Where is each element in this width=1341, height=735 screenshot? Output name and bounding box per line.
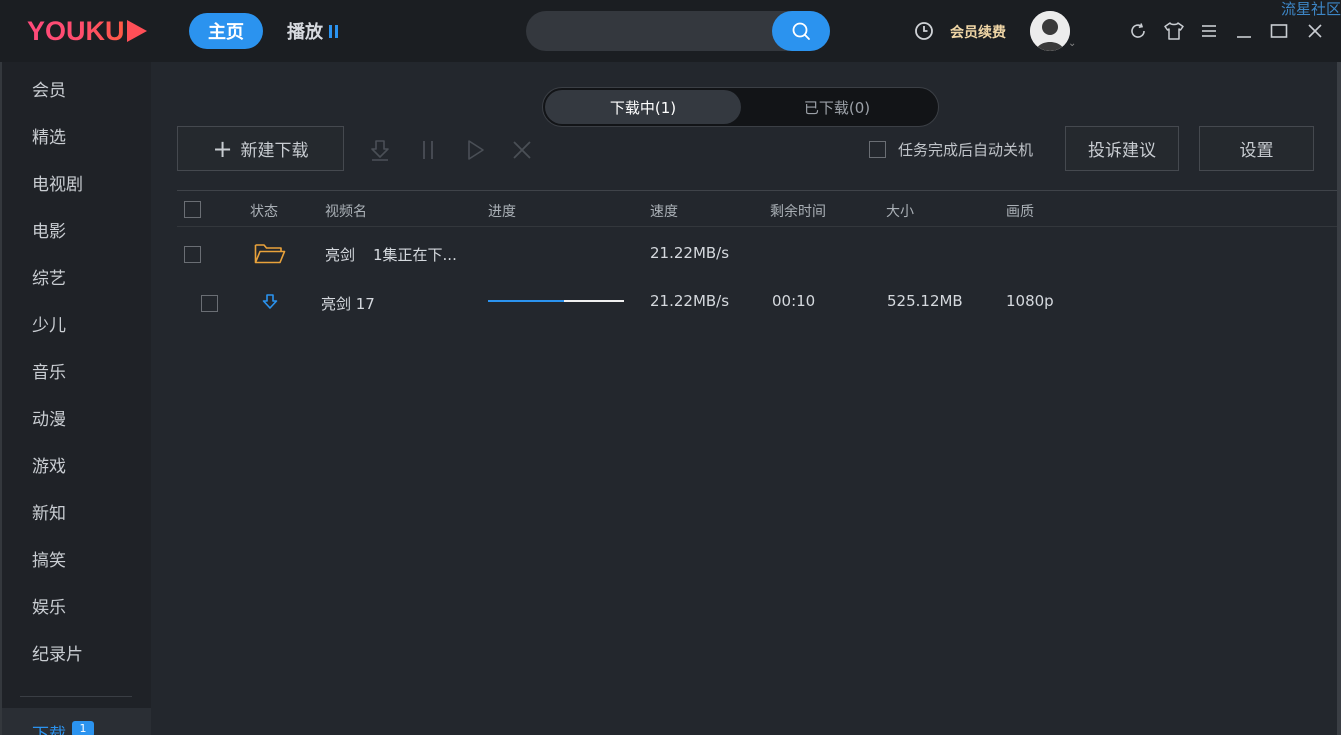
tab-downloaded[interactable]: 已下载(0) bbox=[739, 90, 935, 124]
vip-renew-link[interactable]: 会员续费 bbox=[950, 22, 1006, 42]
table-top-divider bbox=[177, 190, 1337, 191]
chevron-down-icon[interactable]: ⌄ bbox=[1068, 38, 1076, 49]
column-header-status[interactable]: 状态 bbox=[250, 201, 278, 221]
search-icon bbox=[792, 22, 810, 40]
video-quality: 1080p bbox=[1006, 292, 1054, 310]
search-button[interactable] bbox=[772, 11, 830, 51]
file-size: 525.12MB bbox=[887, 292, 963, 310]
sidebar-item-movies[interactable]: 电影 bbox=[32, 217, 66, 242]
folder-icon bbox=[254, 244, 286, 264]
select-all-checkbox[interactable] bbox=[184, 201, 201, 218]
scrollbar-track[interactable] bbox=[1337, 62, 1341, 735]
watermark-text: 流星社区 bbox=[1280, 0, 1341, 18]
nav-home-button[interactable]: 主页 bbox=[189, 13, 263, 49]
settings-button[interactable]: 设置 bbox=[1199, 126, 1314, 171]
download-tabs: 下载中(1) 已下载(0) bbox=[542, 87, 939, 127]
sidebar-item-vip[interactable]: 会员 bbox=[32, 76, 66, 101]
feedback-button[interactable]: 投诉建议 bbox=[1065, 126, 1179, 171]
column-header-speed[interactable]: 速度 bbox=[650, 201, 678, 221]
refresh-icon bbox=[1131, 23, 1145, 38]
plus-icon: + bbox=[212, 134, 233, 163]
play-icon bbox=[468, 140, 484, 160]
table-header-divider bbox=[177, 226, 1337, 227]
sidebar-download-label: 下载 bbox=[32, 725, 66, 735]
sidebar-item-download[interactable]: 下载 1 bbox=[2, 708, 151, 735]
logo-text: YOUKU bbox=[27, 15, 125, 46]
tab-downloading[interactable]: 下载中(1) bbox=[545, 90, 741, 124]
clock-icon bbox=[915, 22, 933, 40]
sidebar: 会员 精选 电视剧 电影 综艺 少儿 音乐 动漫 游戏 新知 搞笑 娱乐 纪录片… bbox=[0, 62, 151, 735]
download-speed: 21.22MB/s bbox=[650, 292, 730, 310]
download-count-badge: 1 bbox=[72, 721, 94, 735]
play-button[interactable] bbox=[463, 138, 487, 162]
row-checkbox[interactable] bbox=[201, 295, 218, 312]
sidebar-item-music[interactable]: 音乐 bbox=[32, 358, 66, 383]
progress-bar-fill bbox=[488, 300, 565, 302]
refresh-button[interactable] bbox=[1127, 20, 1149, 42]
delete-button[interactable] bbox=[510, 138, 534, 162]
menu-icon bbox=[1202, 25, 1216, 37]
column-header-remaining[interactable]: 剩余时间 bbox=[770, 201, 826, 221]
sidebar-item-anime[interactable]: 动漫 bbox=[32, 405, 66, 430]
auto-shutdown-label: 任务完成后自动关机 bbox=[898, 141, 1034, 159]
skin-button[interactable] bbox=[1163, 20, 1185, 42]
maximize-icon bbox=[1270, 24, 1288, 38]
pause-all-button[interactable] bbox=[416, 138, 440, 162]
search-input[interactable] bbox=[544, 11, 784, 51]
sidebar-item-games[interactable]: 游戏 bbox=[32, 452, 66, 477]
group-title: 亮剑 bbox=[325, 246, 356, 264]
search-box bbox=[526, 11, 830, 51]
sidebar-divider bbox=[20, 696, 132, 697]
sidebar-item-tv[interactable]: 电视剧 bbox=[32, 170, 83, 195]
youku-logo[interactable]: YOUKU bbox=[27, 14, 147, 48]
column-header-progress[interactable]: 进度 bbox=[488, 201, 516, 221]
start-all-button[interactable] bbox=[368, 138, 392, 162]
auto-shutdown-checkbox[interactable] bbox=[869, 141, 886, 158]
sidebar-item-documentary[interactable]: 纪录片 bbox=[32, 640, 83, 665]
close-x-icon bbox=[513, 141, 531, 159]
video-name: 亮剑 17 bbox=[321, 295, 375, 313]
pause-icon bbox=[423, 141, 433, 159]
column-header-size[interactable]: 大小 bbox=[886, 201, 914, 221]
minimize-button[interactable] bbox=[1233, 20, 1255, 42]
history-button[interactable] bbox=[914, 21, 934, 41]
column-header-name[interactable]: 视频名 bbox=[325, 201, 367, 221]
sidebar-item-variety[interactable]: 综艺 bbox=[32, 264, 66, 289]
sidebar-item-entertainment[interactable]: 娱乐 bbox=[32, 593, 66, 618]
title-bar: YOUKU 主页 播放 会员续费 ⌄ 流星社区 bbox=[0, 0, 1341, 62]
download-arrow-icon bbox=[371, 140, 389, 161]
nav-play-label: 播放 bbox=[287, 22, 323, 43]
menu-button[interactable] bbox=[1198, 20, 1220, 42]
logo-play-icon bbox=[126, 20, 147, 42]
minimize-icon bbox=[1237, 36, 1251, 38]
auto-shutdown-option[interactable]: 任务完成后自动关机 bbox=[869, 139, 1033, 160]
sidebar-item-featured[interactable]: 精选 bbox=[32, 123, 66, 148]
sidebar-item-comedy[interactable]: 搞笑 bbox=[32, 546, 66, 571]
downloading-arrow-icon bbox=[262, 294, 278, 309]
sidebar-item-knowledge[interactable]: 新知 bbox=[32, 499, 66, 524]
new-download-button[interactable]: + 新建下载 bbox=[177, 126, 344, 171]
remaining-time: 00:10 bbox=[772, 292, 816, 310]
nav-play-button[interactable]: 播放 bbox=[287, 18, 338, 44]
avatar[interactable] bbox=[1030, 11, 1070, 51]
row-checkbox[interactable] bbox=[184, 246, 201, 263]
new-download-label: 新建下载 bbox=[240, 141, 309, 161]
group-speed: 21.22MB/s bbox=[650, 244, 730, 262]
progress-bar bbox=[488, 300, 624, 302]
pause-bars-icon bbox=[329, 24, 338, 38]
close-icon bbox=[1308, 24, 1322, 38]
user-avatar-icon bbox=[1030, 11, 1070, 51]
tshirt-icon bbox=[1164, 22, 1184, 40]
column-header-quality[interactable]: 画质 bbox=[1006, 201, 1034, 221]
close-button[interactable] bbox=[1304, 20, 1326, 42]
group-status: 1集正在下... bbox=[373, 246, 457, 264]
maximize-button[interactable] bbox=[1268, 20, 1290, 42]
sidebar-item-kids[interactable]: 少儿 bbox=[32, 311, 66, 336]
